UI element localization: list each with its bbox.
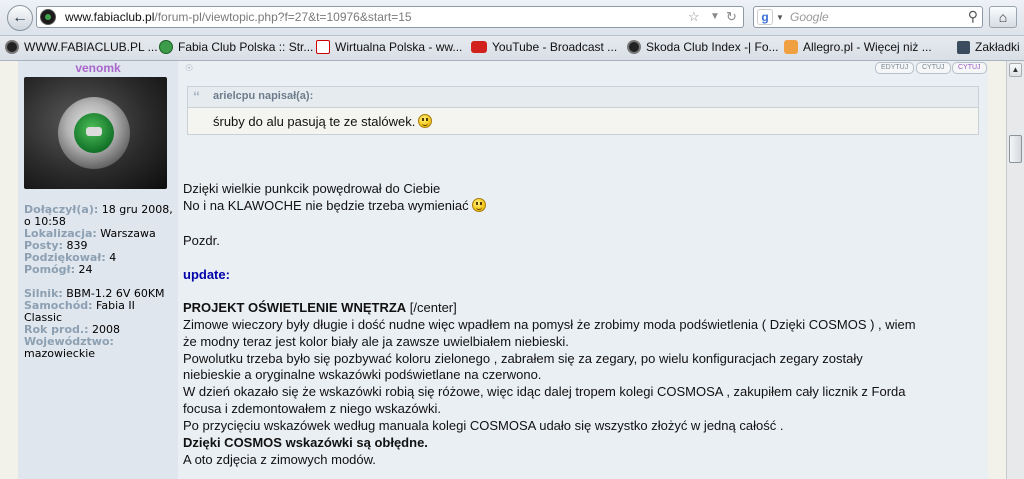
search-magnifier-icon[interactable]: ⚲ <box>968 8 978 25</box>
post-paragraph-line: Powolutku trzeba było się pozbywać kolor… <box>183 351 863 366</box>
quote-text: śruby do alu pasują te ze stalówek. <box>213 114 433 129</box>
post-paragraph-line: W dzień okazało się że wskazówki robią s… <box>183 384 906 399</box>
reload-icon[interactable]: ↻ <box>726 9 737 25</box>
post-line-keyboard: No i na KLAWOCHE nie będzie trzeba wymie… <box>183 198 486 213</box>
post-update-label: update: <box>183 267 230 282</box>
youtube-icon <box>471 41 487 53</box>
post-paragraph-line: Dzięki COSMOS wskazówki są obłędne. <box>183 435 428 450</box>
scrollbar-thumb[interactable] <box>1009 135 1022 163</box>
quote-button-2[interactable]: CYTUJ <box>952 62 987 74</box>
post-body: ☉ EDYTUJ CYTUJ CYTUJ “ arielcpu napisał(… <box>178 61 988 479</box>
bookmark-skoda-club-index[interactable]: Skoda Club Index -| Fo... <box>627 40 779 56</box>
post-paragraph-line: Zimowe wieczory były długie i dość nudne… <box>183 317 916 332</box>
profile-helped: Pomógł: 24 <box>24 263 93 276</box>
scroll-up-arrow-icon[interactable]: ▲ <box>1009 63 1022 77</box>
forum-page: venomk Dołączył(a): 18 gru 2008, o 10:58… <box>0 61 1006 479</box>
history-dropdown-icon[interactable]: ▼ <box>710 11 720 22</box>
quote-button[interactable]: CYTUJ <box>916 62 951 74</box>
smiley-icon <box>471 198 486 212</box>
vertical-scrollbar[interactable]: ▲ <box>1006 61 1024 479</box>
bookmark-youtube[interactable]: YouTube - Broadcast ... <box>471 40 617 56</box>
bookmarks-toolbar: WWW.FABIACLUB.PL ... Fabia Club Polska :… <box>0 36 1024 61</box>
quote-block: “ arielcpu napisał(a): śruby do alu pasu… <box>187 86 979 135</box>
skoda-icon <box>627 40 641 54</box>
smiley-icon <box>418 114 433 128</box>
bookmark-fabia-club-polska[interactable]: Fabia Club Polska :: Str... <box>159 40 313 56</box>
search-engine-dropdown-icon[interactable]: ▼ <box>776 13 784 22</box>
address-bar[interactable]: www.fabiaclub.pl/forum-pl/viewtopic.php?… <box>36 6 744 28</box>
allegro-icon <box>784 40 798 54</box>
bookmarks-folder-icon <box>957 41 970 54</box>
edit-button[interactable]: EDYTUJ <box>875 62 915 74</box>
google-icon[interactable]: g <box>757 9 773 25</box>
post-author-username[interactable]: venomk <box>18 61 178 75</box>
profile-car: Samochód: Fabia II Classic <box>24 299 135 324</box>
wp-icon <box>316 40 330 54</box>
bookmarks-menu[interactable]: Zakładki <box>957 40 1020 56</box>
quote-author: arielcpu napisał(a): <box>213 90 314 102</box>
profile-joined: Dołączył(a): 18 gru 2008, o 10:58 <box>24 203 173 228</box>
site-favicon-icon <box>40 9 56 25</box>
url-text[interactable]: www.fabiaclub.pl/forum-pl/viewtopic.php?… <box>65 10 412 24</box>
browser-toolbar: ← www.fabiaclub.pl/forum-pl/viewtopic.ph… <box>0 0 1024 36</box>
post-icon: ☉ <box>185 63 194 73</box>
bookmark-fabiaclub[interactable]: WWW.FABIACLUB.PL ... <box>5 40 158 56</box>
fabia-club-icon <box>159 40 173 54</box>
home-button[interactable]: ⌂ <box>989 6 1017 28</box>
profile-voivodeship: Województwo: mazowieckie <box>24 335 114 360</box>
search-bar[interactable]: g ▼ Google ⚲ <box>753 6 983 28</box>
post-line-regards: Pozdr. <box>183 233 220 248</box>
post-paragraph-line: A oto zdjęcia z zimowych modów. <box>183 452 376 467</box>
back-button[interactable]: ← <box>7 5 33 31</box>
quote-mark-icon: “ <box>193 88 200 104</box>
skoda-icon <box>5 40 19 54</box>
post-paragraph-line: że modny teraz jest kolor biały ale ja z… <box>183 334 569 349</box>
avatar <box>24 77 167 189</box>
post-line-thanks: Dzięki wielkie punkcik powędrował do Cie… <box>183 181 441 196</box>
post-author-profile: venomk Dołączył(a): 18 gru 2008, o 10:58… <box>18 61 178 479</box>
post-project-title: PROJEKT OŚWIETLENIE WNĘTRZA [/center] <box>183 300 457 315</box>
search-input[interactable]: Google <box>790 10 829 24</box>
post-paragraph-line: niebieskie a oryginalne wskazówki podświ… <box>183 367 542 382</box>
bookmark-star-icon[interactable]: ☆ <box>688 9 700 25</box>
bookmark-allegro[interactable]: Allegro.pl - Więcej niż ... <box>784 40 932 56</box>
post-paragraph-line: Po przycięciu wskazówek według manuala k… <box>183 418 784 433</box>
post-paragraph-line: focusa i zdemontowałem z niego wskazówki… <box>183 401 441 416</box>
bookmark-wirtualna-polska[interactable]: Wirtualna Polska - ww... <box>316 40 462 56</box>
